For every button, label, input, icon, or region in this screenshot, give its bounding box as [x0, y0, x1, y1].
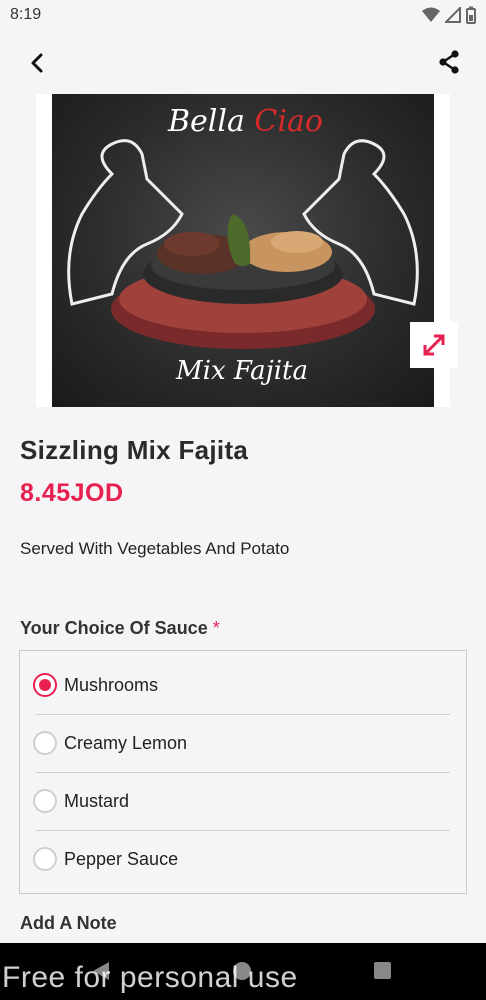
watermark: Free for personal use [2, 961, 298, 994]
back-arrow-icon [31, 53, 43, 73]
share-button[interactable] [436, 49, 462, 75]
status-bar: 8:19 [0, 0, 486, 30]
wifi-icon [422, 7, 440, 22]
radio-button[interactable] [33, 789, 57, 813]
product-title: Sizzling Mix Fajita [20, 435, 249, 465]
radio-button[interactable] [33, 731, 57, 755]
sauce-options-group: Mushrooms Creamy Lemon Mustard Pepper Sa… [19, 650, 467, 894]
status-icons [422, 6, 476, 24]
sauce-option-label: Pepper Sauce [64, 848, 179, 869]
sauce-option-label: Mustard [64, 790, 130, 811]
sauce-section-label: Your Choice Of Sauce [20, 618, 208, 638]
expand-image-button[interactable] [410, 322, 458, 368]
app-bar [0, 30, 486, 94]
product-price: 8.45JOD [20, 479, 124, 507]
sauce-option-mushrooms[interactable]: Mushrooms [20, 656, 466, 714]
share-icon [439, 50, 459, 74]
sauce-option-label: Creamy Lemon [64, 732, 188, 753]
sauce-section-title: Your Choice Of Sauce * [20, 618, 220, 639]
status-time: 8:19 [10, 6, 42, 23]
sauce-option-label: Mushrooms [64, 674, 159, 695]
expand-icon [423, 334, 445, 356]
back-button[interactable] [24, 50, 50, 76]
add-note-title: Add A Note [20, 913, 117, 933]
dish-caption: Mix Fajita [176, 356, 308, 386]
battery-icon [466, 6, 476, 24]
radio-button-selected[interactable] [33, 673, 57, 697]
signal-icon [445, 7, 461, 23]
radio-button[interactable] [33, 847, 57, 871]
sauce-option-pepper-sauce[interactable]: Pepper Sauce [20, 830, 466, 888]
sauce-option-mustard[interactable]: Mustard [20, 772, 466, 830]
required-mark: * [212, 618, 220, 638]
product-image[interactable]: Bella Ciao Mix Fajita [52, 94, 434, 407]
product-description: Served With Vegetables And Potato [20, 539, 290, 558]
product-image-container: Bella Ciao Mix Fajita [36, 94, 450, 407]
sauce-option-creamy-lemon[interactable]: Creamy Lemon [20, 714, 466, 772]
nav-recents-icon[interactable] [374, 962, 391, 979]
